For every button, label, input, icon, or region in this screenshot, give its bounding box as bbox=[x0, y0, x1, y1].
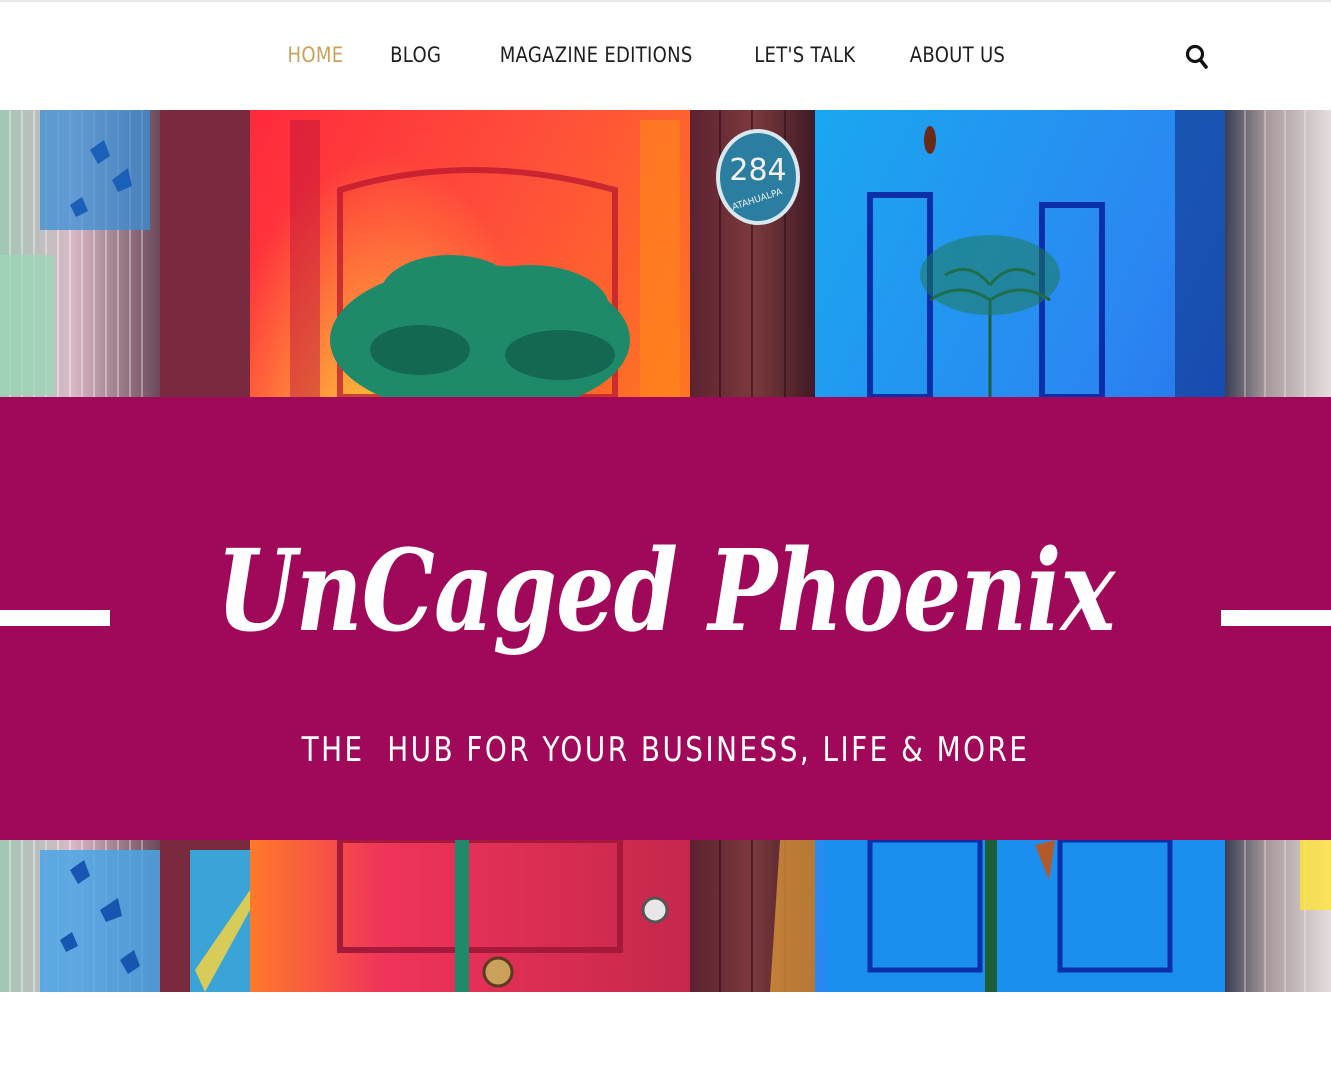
nav-item-about-us: ABOUT US bbox=[902, 45, 1013, 67]
main-navigation: HOME BLOG MAGAZINE EDITIONS LET'S TALK A… bbox=[0, 2, 1331, 110]
site-header: HOME BLOG MAGAZINE EDITIONS LET'S TALK A… bbox=[0, 2, 1331, 110]
page: HOME BLOG MAGAZINE EDITIONS LET'S TALK A… bbox=[0, 0, 1331, 1083]
nav-item-blog: BLOG bbox=[386, 45, 445, 67]
nav-link-blog[interactable]: BLOG bbox=[391, 45, 442, 66]
search-icon bbox=[1185, 44, 1208, 69]
banner-rule-right bbox=[1221, 610, 1331, 626]
house-number: 284 bbox=[729, 153, 786, 188]
title-banner: UnCaged Phoenix THE HUB FOR YOUR BUSINES… bbox=[0, 397, 1331, 840]
hero-header: 284 ATAHUALPA UnCaged Phoenix THE HUB FO… bbox=[0, 110, 1331, 992]
site-tagline: THE HUB FOR YOUR BUSINESS, LIFE & MORE bbox=[301, 730, 1030, 770]
nav-link-magazine-editions[interactable]: MAGAZINE EDITIONS bbox=[499, 45, 692, 66]
content-area bbox=[0, 992, 1331, 1083]
nav-link-lets-talk[interactable]: LET'S TALK bbox=[754, 45, 855, 66]
nav-item-home: HOME bbox=[283, 45, 348, 67]
nav-item-lets-talk: LET'S TALK bbox=[746, 45, 864, 67]
search-button[interactable] bbox=[1184, 43, 1210, 71]
banner-rule-left bbox=[0, 610, 110, 626]
nav-link-about-us[interactable]: ABOUT US bbox=[909, 45, 1004, 66]
site-title[interactable]: UnCaged Phoenix bbox=[120, 525, 1211, 659]
nav-item-magazine-editions: MAGAZINE EDITIONS bbox=[484, 45, 708, 67]
nav-link-home[interactable]: HOME bbox=[288, 45, 344, 66]
nav-list: HOME BLOG MAGAZINE EDITIONS LET'S TALK A… bbox=[283, 45, 1012, 67]
